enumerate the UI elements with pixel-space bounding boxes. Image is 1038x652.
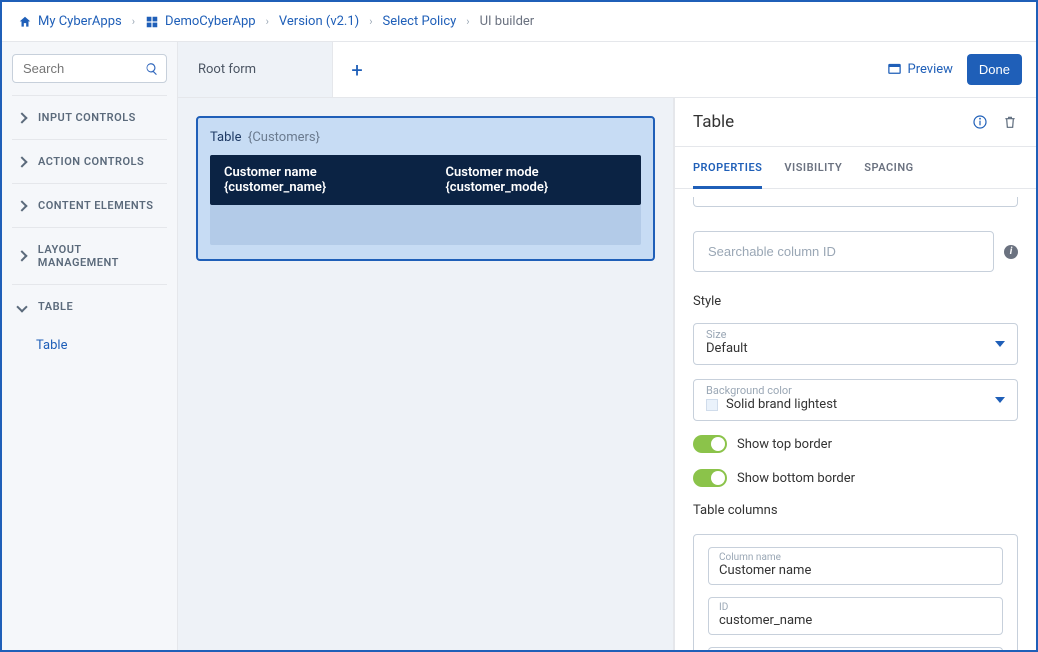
plus-icon: + (351, 58, 362, 82)
search-input[interactable] (12, 54, 167, 83)
group-input-controls[interactable]: INPUT CONTROLS (12, 95, 167, 139)
canvas[interactable]: Table {Customers} Customer name {custome… (178, 98, 674, 650)
group-layout-management[interactable]: LAYOUT MANAGEMENT (12, 227, 167, 284)
info-icon[interactable]: i (1004, 245, 1018, 259)
tab-visibility[interactable]: VISIBILITY (784, 147, 842, 188)
table-col-header[interactable]: Customer mode {customer_mode} (446, 165, 628, 195)
background-color-select[interactable]: Background color Solid brand lightest (693, 379, 1018, 421)
column-card: Column name Customer name ID customer_na… (693, 534, 1018, 650)
searchable-column-id-input[interactable] (693, 231, 994, 272)
chevron-right-icon (16, 156, 27, 167)
show-top-border-label: Show top border (737, 437, 832, 452)
group-content-elements[interactable]: CONTENT ELEMENTS (12, 183, 167, 227)
tab-spacing[interactable]: SPACING (864, 147, 913, 188)
canvas-header: Root form + Preview Done (178, 42, 1036, 98)
size-value: Default (706, 341, 1005, 356)
chevron-down-icon (16, 301, 27, 312)
search-wrap (12, 54, 167, 83)
breadcrumb-select-policy[interactable]: Select Policy (383, 14, 457, 29)
table-body (210, 205, 641, 245)
chevron-right-icon (16, 200, 27, 211)
search-icon (145, 62, 159, 76)
size-label: Size (706, 328, 1005, 341)
background-value: Solid brand lightest (706, 397, 1005, 412)
chevron-down-icon (995, 341, 1005, 347)
root-form-tab[interactable]: Root form (178, 42, 333, 97)
component-palette: INPUT CONTROLS ACTION CONTROLS CONTENT E… (2, 42, 178, 650)
chevron-right-icon (16, 112, 27, 123)
chevron-down-icon (995, 397, 1005, 403)
preview-icon (887, 62, 902, 77)
group-table[interactable]: TABLE (12, 284, 167, 328)
show-bottom-border-label: Show bottom border (737, 471, 855, 486)
apps-icon (145, 15, 159, 29)
palette-item-table[interactable]: Table (12, 328, 167, 363)
inspector-tabs: PROPERTIES VISIBILITY SPACING (675, 146, 1036, 189)
show-top-border-toggle[interactable] (693, 435, 727, 453)
breadcrumb-my-cyberapps[interactable]: My CyberApps (18, 14, 122, 29)
truncated-field[interactable] (693, 197, 1018, 207)
style-section-label: Style (693, 294, 1018, 309)
chevron-right-icon: › (466, 15, 469, 28)
table-binding: {Customers} (248, 130, 320, 145)
home-icon (18, 15, 32, 29)
breadcrumb-democyberapp[interactable]: DemoCyberApp (145, 14, 256, 29)
column-id-field[interactable]: ID customer_name (708, 597, 1003, 635)
background-label: Background color (706, 384, 1005, 397)
chevron-right-icon: › (266, 15, 269, 28)
inspector-panel: Table PROPERTIES VISIBILITY SPACING (674, 98, 1036, 650)
breadcrumb-ui-builder: UI builder (480, 14, 535, 29)
preview-button[interactable]: Preview (887, 62, 953, 77)
column-name-field[interactable]: Column name Customer name (708, 547, 1003, 585)
show-bottom-border-toggle[interactable] (693, 469, 727, 487)
inspector-title: Table (693, 112, 734, 132)
group-action-controls[interactable]: ACTION CONTROLS (12, 139, 167, 183)
table-col-header[interactable]: Customer name {customer_name} (224, 165, 406, 195)
tab-properties[interactable]: PROPERTIES (693, 147, 762, 188)
table-widget-title: Table {Customers} (210, 130, 641, 145)
size-select[interactable]: Size Default (693, 323, 1018, 365)
info-icon[interactable] (972, 114, 988, 130)
breadcrumb-version[interactable]: Version (v2.1) (279, 14, 359, 29)
done-button[interactable]: Done (967, 54, 1022, 85)
delete-icon[interactable] (1002, 114, 1018, 130)
chevron-right-icon: › (369, 15, 372, 28)
chevron-right-icon (16, 250, 27, 261)
add-tab-button[interactable]: + (333, 42, 381, 97)
table-widget[interactable]: Table {Customers} Customer name {custome… (196, 116, 655, 261)
chevron-right-icon: › (132, 15, 135, 28)
breadcrumb: My CyberApps › DemoCyberApp › Version (v… (2, 2, 1036, 42)
column-width-field[interactable]: Width (708, 647, 1003, 650)
table-columns-label: Table columns (693, 503, 1018, 518)
color-swatch (706, 399, 718, 411)
table-header-row: Customer name {customer_name} Customer m… (210, 155, 641, 205)
